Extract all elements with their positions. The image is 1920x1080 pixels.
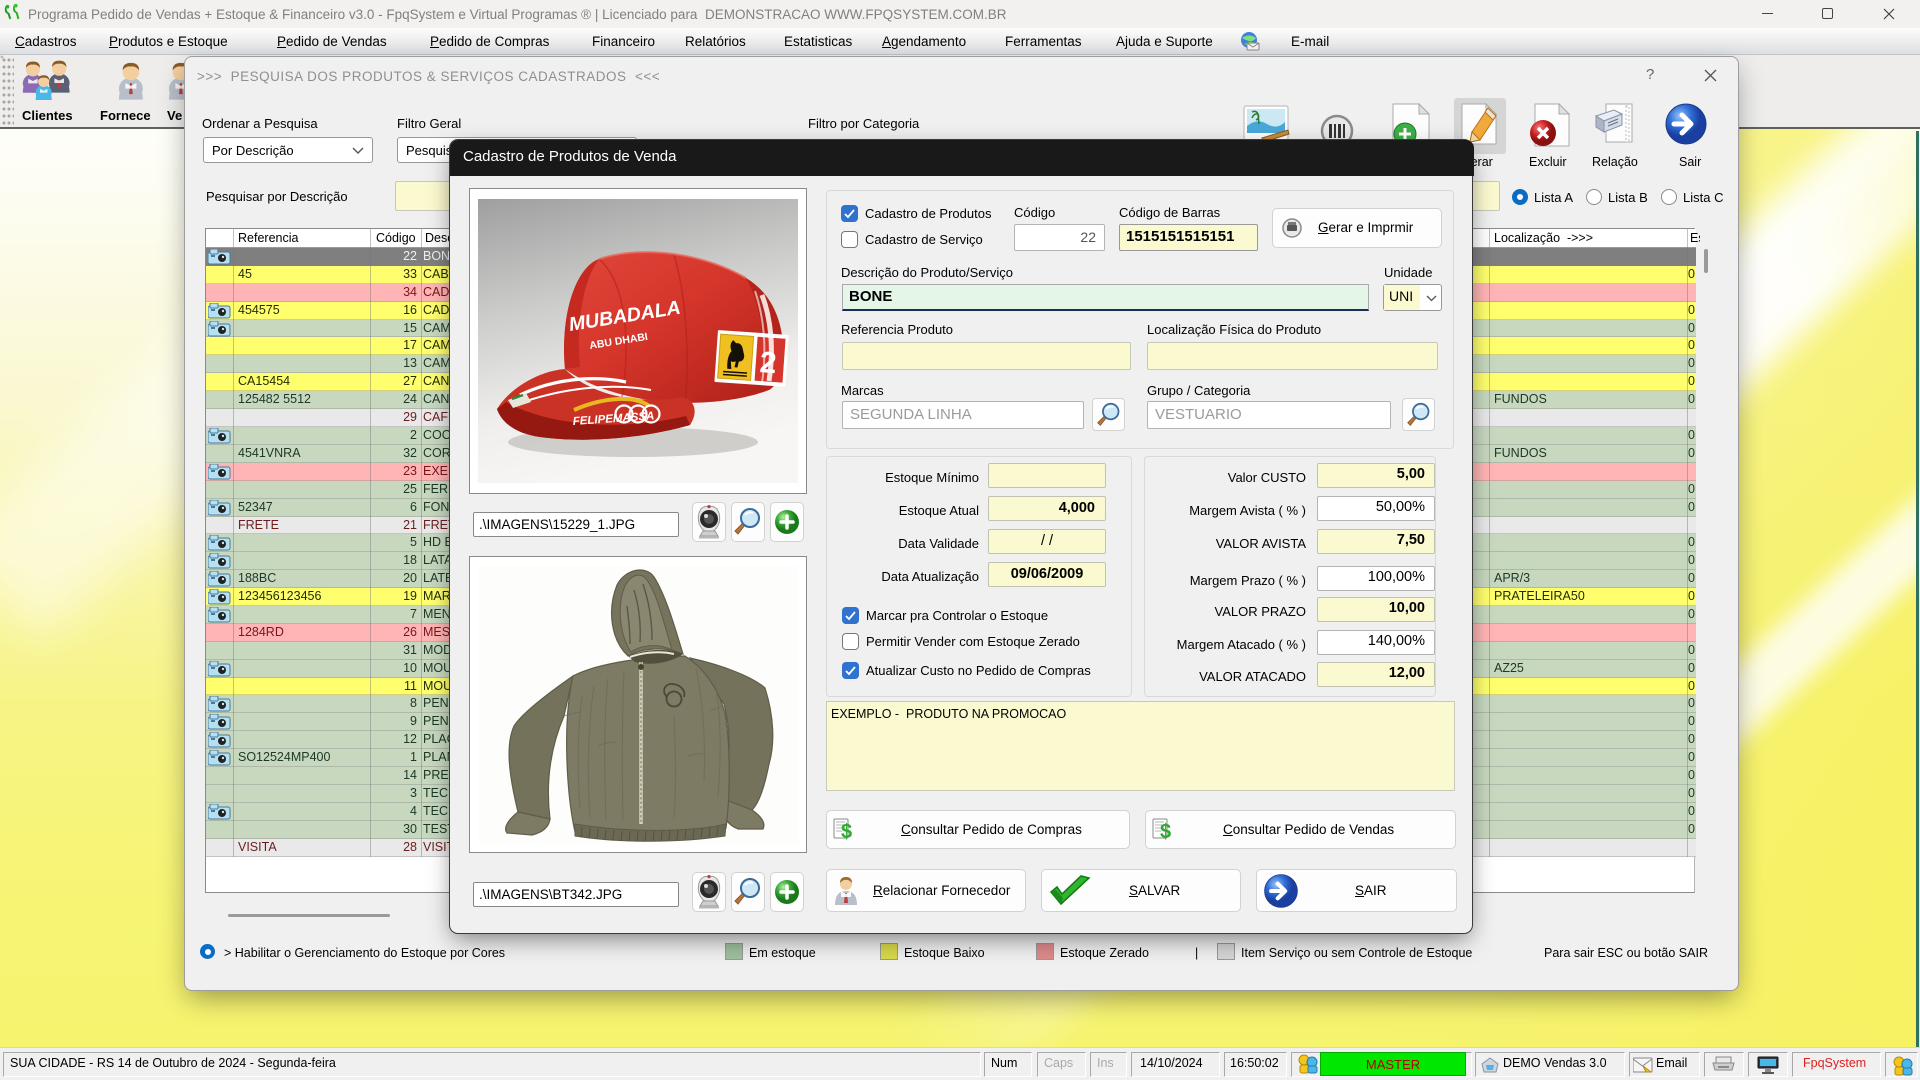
svg-text:$: $ — [1160, 821, 1171, 841]
svg-text:$: $ — [841, 821, 852, 841]
